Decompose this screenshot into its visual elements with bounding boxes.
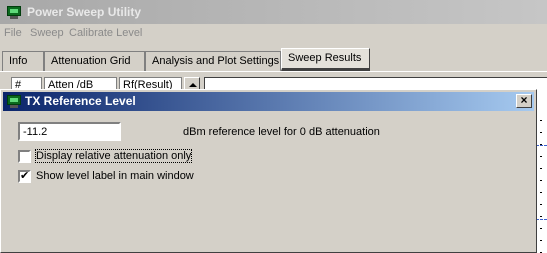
tab-attenuation-grid[interactable]: Attenuation Grid: [44, 51, 145, 71]
menu-file[interactable]: File: [4, 27, 22, 39]
tab-sweep-results[interactable]: Sweep Results: [281, 48, 370, 71]
close-button[interactable]: ×: [516, 94, 532, 108]
menu-sweep[interactable]: Sweep: [30, 27, 64, 39]
dialog-titlebar[interactable]: TX Reference Level ×: [3, 92, 534, 111]
app-monitor-icon: [6, 94, 22, 108]
tab-divider: [0, 71, 547, 72]
dialog-title: TX Reference Level: [25, 94, 136, 108]
checkbox-box[interactable]: [18, 150, 31, 163]
tab-analysis-plot-settings[interactable]: Analysis and Plot Settings: [145, 51, 281, 71]
reference-level-label: dBm reference level for 0 dB attenuation: [183, 126, 380, 138]
tx-reference-level-dialog: TX Reference Level × dBm reference level…: [0, 89, 537, 253]
tab-info[interactable]: Info: [2, 51, 44, 71]
show-level-label-checkbox[interactable]: Show level label in main window: [18, 169, 208, 184]
display-relative-attenuation-checkbox[interactable]: Display relative attenuation only: [18, 149, 208, 164]
menu-bar: File Sweep Calibrate Level: [0, 24, 547, 44]
main-window-titlebar[interactable]: Power Sweep Utility: [0, 0, 547, 24]
reference-level-input[interactable]: [18, 122, 121, 141]
checkbox-label: Show level label in main window: [36, 170, 194, 182]
plot-dotted-axis: [540, 120, 542, 253]
app-monitor-icon: [6, 5, 22, 19]
checkbox-box[interactable]: [18, 169, 31, 183]
menu-calibrate-level[interactable]: Calibrate Level: [69, 27, 142, 39]
main-window-title: Power Sweep Utility: [27, 5, 142, 19]
checkbox-label: Display relative attenuation only: [34, 149, 193, 163]
